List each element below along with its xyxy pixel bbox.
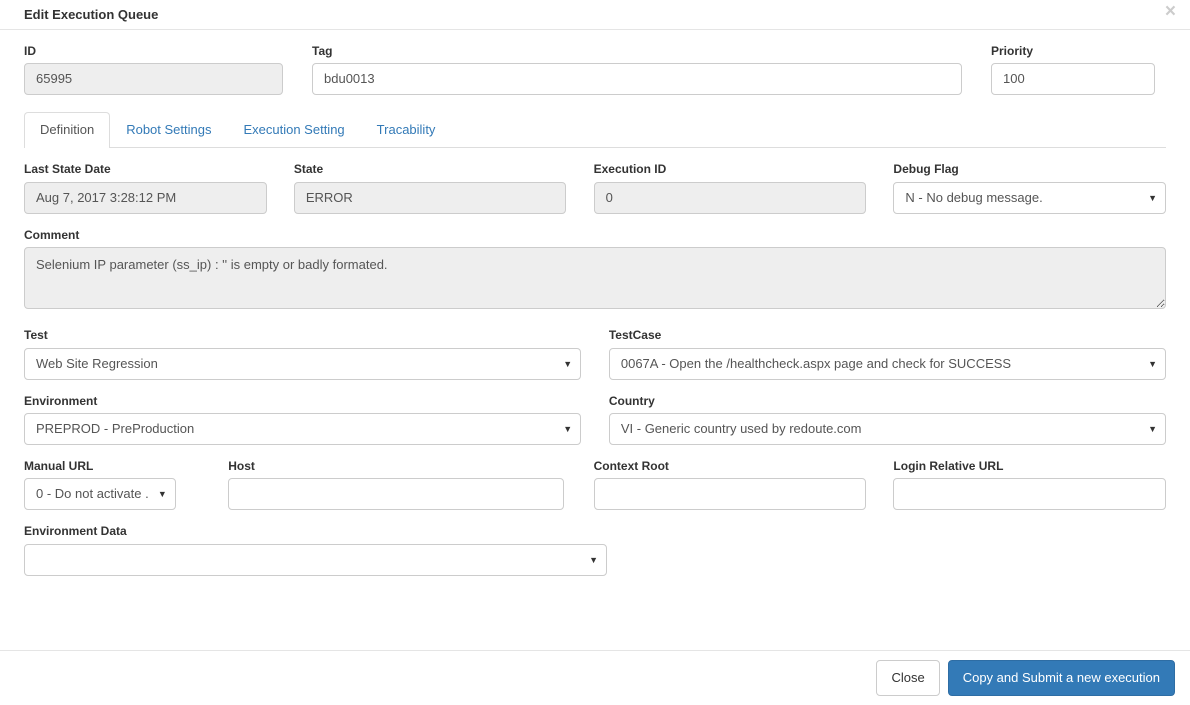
page-title: Edit Execution Queue [24,8,158,21]
state-row: Last State Date Aug 7, 2017 3:28:12 PM S… [24,148,1166,213]
spacer [283,30,312,95]
country-value: VI - Generic country used by redoute.com [621,414,1141,444]
edit-execution-queue-modal: Edit Execution Queue × ID 65995 Tag bdu0… [0,0,1190,705]
identity-row: ID 65995 Tag bdu0013 Priority 100 [24,30,1166,95]
host-label: Host [228,459,563,473]
environment-data-value [36,545,582,575]
comment-textarea[interactable] [24,247,1166,309]
spacer [267,148,294,213]
manual-url-select[interactable]: 0 - Do not activate . ▼ [24,478,176,510]
environment-label: Environment [24,394,581,408]
id-input[interactable]: 65995 [24,63,283,95]
host-input[interactable] [228,478,563,510]
environment-data-row: Environment Data ▼ [24,510,1166,575]
modal-footer: Close Copy and Submit a new execution [0,650,1190,705]
country-group: Country VI - Generic country used by red… [609,394,1166,445]
manual-url-value: 0 - Do not activate . [36,479,151,509]
tag-input[interactable]: bdu0013 [312,63,962,95]
environment-data-label: Environment Data [24,524,607,538]
spacer [866,148,893,213]
country-label: Country [609,394,1166,408]
context-root-group: Context Root [594,459,867,510]
url-row: Manual URL 0 - Do not activate . ▼ Host … [24,445,1166,510]
environment-value: PREPROD - PreProduction [36,414,556,444]
id-label: ID [24,44,283,58]
debug-flag-value: N - No debug message. [905,183,1141,213]
execution-id-group: Execution ID 0 [594,162,867,213]
close-icon[interactable]: × [1165,2,1176,21]
copy-and-submit-button[interactable]: Copy and Submit a new execution [948,660,1175,696]
environment-group: Environment PREPROD - PreProduction ▼ [24,394,581,445]
tab-tracability[interactable]: Tracability [361,112,452,148]
test-group: Test Web Site Regression ▼ [24,328,581,379]
execution-id-input[interactable]: 0 [594,182,867,214]
spacer [866,445,893,510]
comment-label: Comment [24,228,1166,242]
chevron-down-icon: ▼ [1148,414,1157,445]
comment-group: Comment [24,228,1166,314]
chevron-down-icon: ▼ [563,349,572,380]
login-relative-url-group: Login Relative URL [893,459,1166,510]
tab-definition[interactable]: Definition [24,112,110,148]
test-value: Web Site Regression [36,349,556,379]
testcase-group: TestCase 0067A - Open the /healthcheck.a… [609,328,1166,379]
debug-flag-label: Debug Flag [893,162,1166,176]
testcase-select[interactable]: 0067A - Open the /healthcheck.aspx page … [609,348,1166,380]
state-group: State ERROR [294,162,567,213]
spacer [176,445,228,510]
debug-flag-group: Debug Flag N - No debug message. ▼ [893,162,1166,213]
chevron-down-icon: ▼ [1148,183,1157,214]
state-input[interactable]: ERROR [294,182,567,214]
host-group: Host [228,459,563,510]
testcase-label: TestCase [609,328,1166,342]
chevron-down-icon: ▼ [563,414,572,445]
tab-bar: Definition Robot Settings Execution Sett… [24,113,1166,148]
testcase-value: 0067A - Open the /healthcheck.aspx page … [621,349,1141,379]
environment-data-group: Environment Data ▼ [24,524,607,575]
spacer [564,445,594,510]
context-root-input[interactable] [594,478,867,510]
test-row: Test Web Site Regression ▼ TestCase 0067… [24,314,1166,379]
id-field-group: ID 65995 [24,44,283,95]
modal-header: Edit Execution Queue × [0,0,1190,30]
login-relative-url-label: Login Relative URL [893,459,1166,473]
last-state-date-group: Last State Date Aug 7, 2017 3:28:12 PM [24,162,267,213]
test-label: Test [24,328,581,342]
context-root-label: Context Root [594,459,867,473]
test-select[interactable]: Web Site Regression ▼ [24,348,581,380]
execution-id-label: Execution ID [594,162,867,176]
spacer [962,30,991,95]
close-button[interactable]: Close [876,660,939,696]
chevron-down-icon: ▼ [589,545,598,576]
manual-url-group: Manual URL 0 - Do not activate . ▼ [24,459,176,510]
environment-data-select[interactable]: ▼ [24,544,607,576]
priority-label: Priority [991,44,1155,58]
environment-row: Environment PREPROD - PreProduction ▼ Co… [24,380,1166,445]
manual-url-label: Manual URL [24,459,176,473]
tag-field-group: Tag bdu0013 [312,44,962,95]
chevron-down-icon: ▼ [158,479,167,510]
priority-field-group: Priority 100 [991,44,1155,95]
country-select[interactable]: VI - Generic country used by redoute.com… [609,413,1166,445]
tag-label: Tag [312,44,962,58]
priority-input[interactable]: 100 [991,63,1155,95]
modal-body: ID 65995 Tag bdu0013 Priority 100 Defini… [0,30,1190,576]
chevron-down-icon: ▼ [1148,349,1157,380]
last-state-date-input[interactable]: Aug 7, 2017 3:28:12 PM [24,182,267,214]
spacer [581,380,609,445]
tab-robot-settings[interactable]: Robot Settings [110,112,227,148]
last-state-date-label: Last State Date [24,162,267,176]
login-relative-url-input[interactable] [893,478,1166,510]
spacer [581,314,609,379]
tab-execution-setting[interactable]: Execution Setting [227,112,360,148]
state-label: State [294,162,567,176]
environment-select[interactable]: PREPROD - PreProduction ▼ [24,413,581,445]
debug-flag-select[interactable]: N - No debug message. ▼ [893,182,1166,214]
spacer [566,148,593,213]
